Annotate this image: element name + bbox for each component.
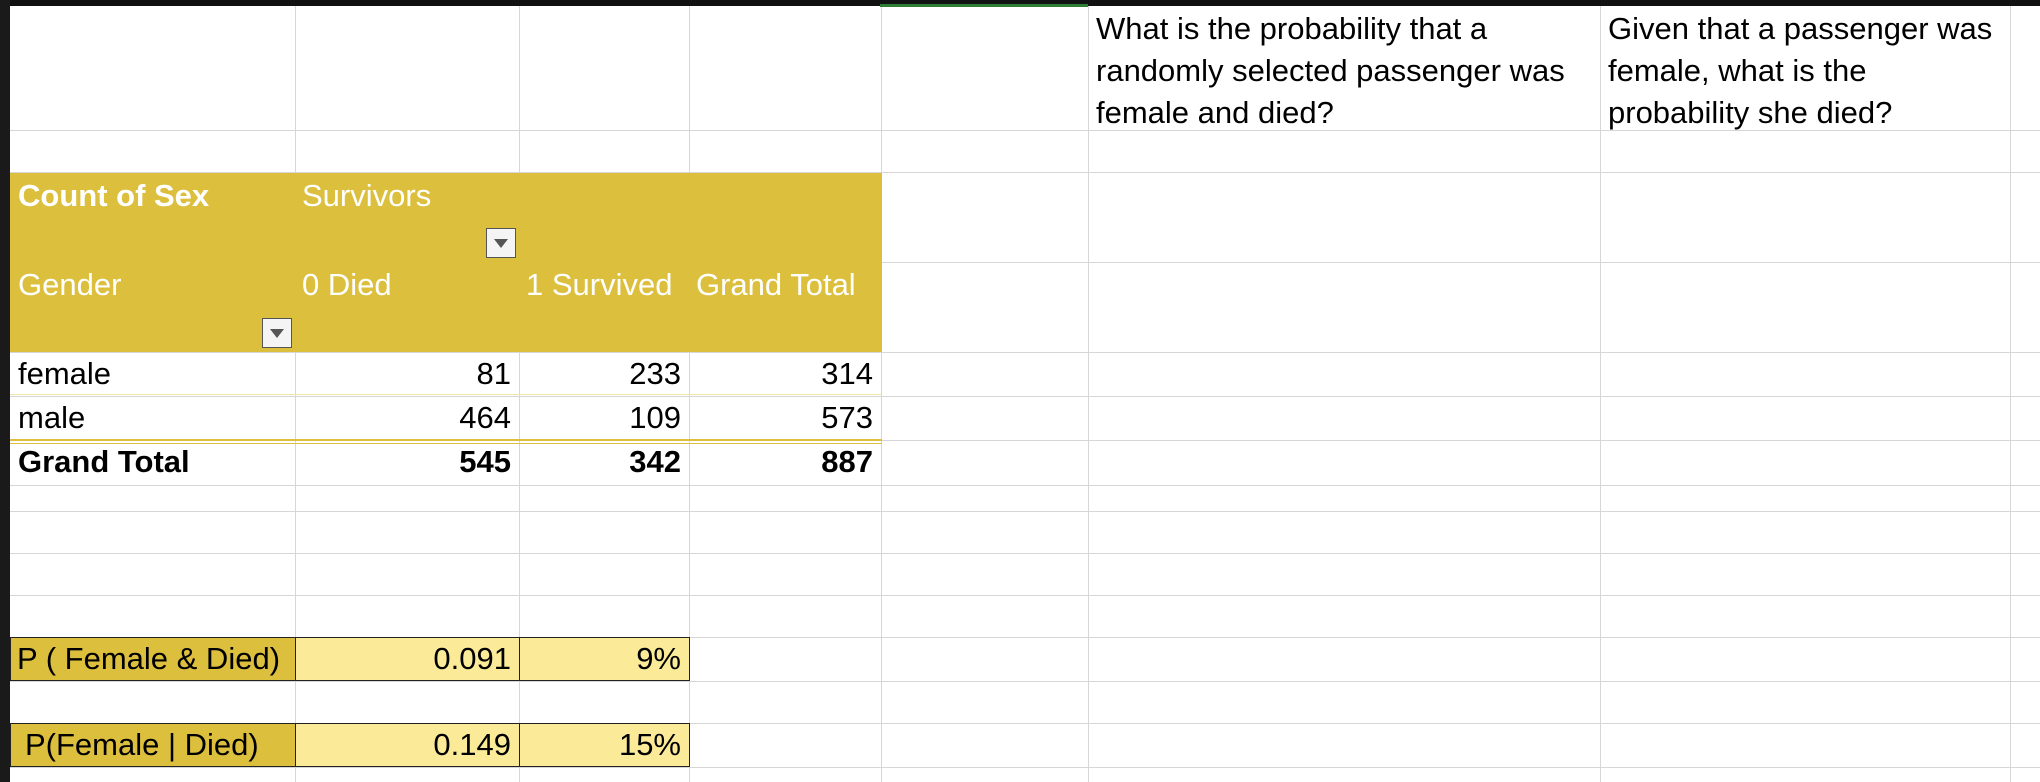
- cell-male-survived[interactable]: 109: [519, 397, 689, 439]
- question-female-and-died[interactable]: What is the probability that a randomly …: [1096, 8, 1596, 134]
- cell-female-survived[interactable]: 233: [519, 353, 689, 395]
- grid-line: [0, 511, 2040, 512]
- row-field-label: Gender: [18, 267, 122, 302]
- spreadsheet-grid[interactable]: Count of Sex Survivors Gender 0 Died 1 S…: [0, 0, 2040, 782]
- sheet-left-edge: [0, 0, 10, 782]
- grid-line: [1088, 0, 1089, 782]
- grid-line: [1600, 0, 1601, 782]
- survivors-filter-dropdown[interactable]: [486, 228, 516, 258]
- column-header-survived: 1 Survived: [526, 267, 673, 302]
- row-label-female[interactable]: female: [10, 353, 295, 395]
- cell-female-total[interactable]: 314: [689, 353, 881, 395]
- cell-male-died[interactable]: 464: [295, 397, 519, 439]
- result-percent-female-given-died[interactable]: 15%: [519, 723, 690, 767]
- grid-line: [0, 595, 2040, 596]
- result-decimal-female-given-died[interactable]: 0.149: [295, 723, 520, 767]
- grid-line: [0, 767, 2040, 768]
- column-header-died: 0 Died: [302, 267, 392, 302]
- grid-line: [0, 553, 2040, 554]
- column-header-total: Grand Total: [696, 267, 856, 302]
- grid-line: [2010, 0, 2011, 782]
- grid-line: [881, 0, 882, 782]
- result-percent-female-and-died[interactable]: 9%: [519, 637, 690, 681]
- selected-column-indicator: [880, 4, 1088, 7]
- grid-line: [0, 681, 2040, 682]
- cell-female-died[interactable]: 81: [295, 353, 519, 395]
- grand-total-survived[interactable]: 342: [519, 441, 689, 485]
- result-label-female-given-died[interactable]: P(Female | Died): [10, 723, 296, 767]
- result-decimal-female-and-died[interactable]: 0.091: [295, 637, 520, 681]
- row-label-male[interactable]: male: [10, 397, 295, 439]
- grand-total-label[interactable]: Grand Total: [10, 441, 295, 485]
- pivot-title: Count of Sex: [18, 178, 210, 213]
- column-field-label: Survivors: [302, 178, 432, 213]
- grid-line: [0, 485, 2040, 486]
- gender-filter-dropdown[interactable]: [262, 318, 292, 348]
- cell-male-total[interactable]: 573: [689, 397, 881, 439]
- question-female-given-died[interactable]: Given that a passenger was female, what …: [1608, 8, 2008, 134]
- grand-total-died[interactable]: 545: [295, 441, 519, 485]
- grand-total-total[interactable]: 887: [689, 441, 881, 485]
- result-label-female-and-died[interactable]: P ( Female & Died): [10, 637, 296, 681]
